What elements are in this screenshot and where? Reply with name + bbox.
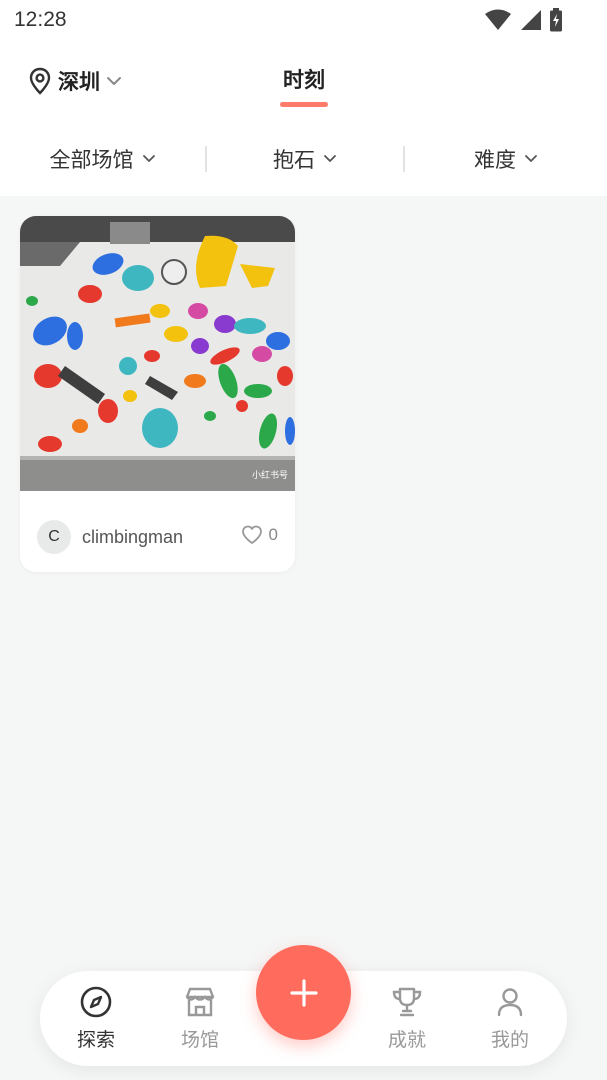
create-post-button[interactable] [256, 945, 351, 1040]
filter-difficulty-label: 难度 [474, 148, 516, 172]
status-time: 12:28 [14, 8, 67, 31]
post-footer: C climbingman 0 [20, 491, 295, 572]
nav-venues-label: 场馆 [180, 1029, 219, 1051]
status-icons [485, 8, 563, 32]
like-button[interactable]: 0 [241, 525, 278, 545]
image-watermark: 小红书号 [252, 469, 288, 481]
like-count: 0 [268, 525, 278, 544]
filter-venue[interactable]: 全部场馆 [0, 142, 205, 176]
battery-icon [550, 8, 562, 32]
chevron-down-icon [142, 155, 155, 162]
filter-type[interactable]: 抱石 [207, 142, 403, 176]
chevron-down-icon [324, 155, 336, 162]
nav-explore-label: 探索 [76, 1029, 115, 1051]
filter-difficulty[interactable]: 难度 [405, 142, 607, 176]
nav-achievements-label: 成就 [387, 1029, 426, 1051]
nav-explore[interactable]: 探索 [61, 985, 131, 1052]
post-card[interactable]: 小红书号 C climbingman 0 [20, 216, 295, 572]
top-header: 深圳 时刻 全部场馆 抱石 难度 [0, 42, 607, 196]
tab-moment[interactable]: 时刻 [278, 64, 330, 107]
post-username[interactable]: climbingman [82, 527, 183, 548]
store-icon [185, 987, 215, 1017]
heart-icon [241, 525, 262, 544]
nav-achievements[interactable]: 成就 [372, 985, 442, 1052]
city-selector[interactable]: 深圳 [28, 66, 122, 96]
chevron-down-icon [107, 77, 121, 85]
avatar[interactable]: C [37, 520, 71, 554]
nav-profile-label: 我的 [490, 1029, 529, 1051]
tab-moment-label: 时刻 [283, 68, 325, 92]
location-pin-icon [29, 67, 51, 95]
wifi-icon [485, 9, 511, 30]
city-label: 深圳 [58, 70, 100, 94]
nav-profile[interactable]: 我的 [475, 985, 545, 1052]
filter-venue-label: 全部场馆 [49, 148, 134, 172]
filter-type-label: 抱石 [273, 148, 315, 172]
chevron-down-icon [525, 155, 537, 162]
climbing-wall-photo: 小红书号 [20, 216, 295, 491]
plus-icon [289, 978, 318, 1007]
compass-icon [80, 986, 112, 1018]
trophy-icon [392, 987, 422, 1017]
post-image[interactable]: 小红书号 [20, 216, 295, 491]
filter-bar: 全部场馆 抱石 难度 [0, 142, 607, 176]
nav-venues[interactable]: 场馆 [165, 985, 235, 1052]
status-bar: 12:28 [0, 0, 607, 42]
signal-icon [521, 10, 541, 30]
avatar-letter: C [48, 528, 60, 545]
tab-active-indicator [280, 102, 328, 107]
user-icon [497, 988, 523, 1017]
